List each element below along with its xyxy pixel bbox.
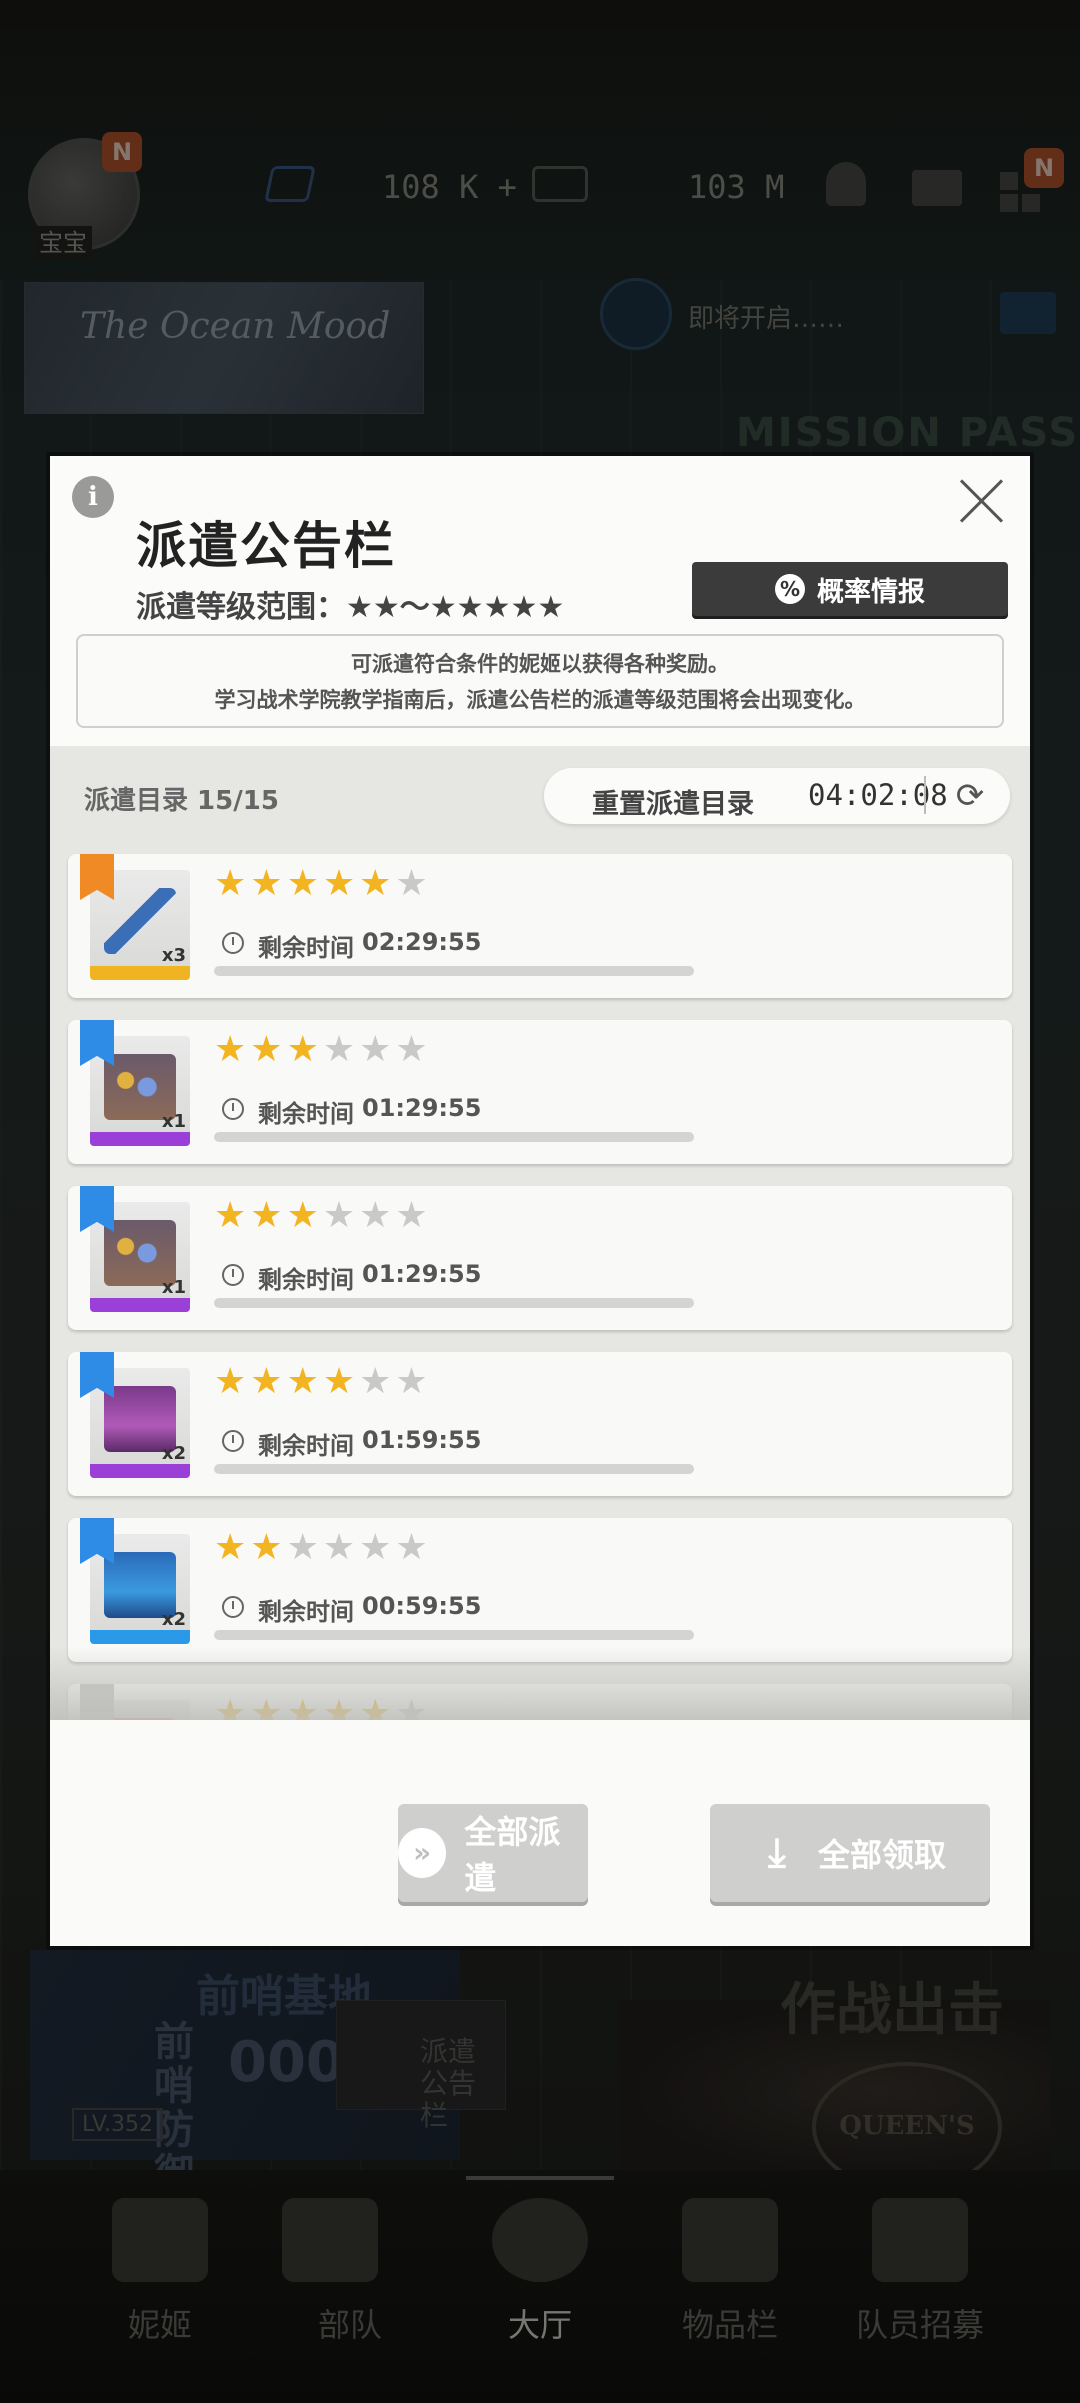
star-icon: ★ bbox=[322, 863, 356, 904]
star-icon: ★ bbox=[286, 1361, 319, 1402]
remaining-time-value: 01:29:55 bbox=[362, 1260, 482, 1288]
rarity-bar bbox=[90, 1132, 190, 1146]
star-icon: ★ bbox=[395, 1195, 428, 1236]
description-box: 可派遣符合条件的妮姬以获得各种奖励。 学习战术学院教学指南后，派遣公告栏的派遣等… bbox=[76, 634, 1004, 728]
description-line: 学习战术学院教学指南后，派遣公告栏的派遣等级范围将会出现变化。 bbox=[214, 688, 866, 712]
star-icon: ★ bbox=[359, 863, 392, 904]
close-icon[interactable] bbox=[956, 476, 1006, 526]
star-icon: ★ bbox=[322, 1195, 356, 1236]
star-icon: ★ bbox=[286, 863, 319, 904]
reward-count: x1 bbox=[161, 1111, 186, 1132]
remaining-time-label: 剩余时间 bbox=[258, 1266, 354, 1294]
star-rating: ★★★★★★ bbox=[214, 1030, 428, 1070]
progress-bar bbox=[214, 1630, 694, 1640]
star-icon: ★ bbox=[395, 1029, 428, 1070]
percent-icon: % bbox=[775, 574, 805, 604]
double-chevron-icon: » bbox=[398, 1828, 447, 1878]
star-icon: ★ bbox=[214, 1527, 247, 1568]
remaining-time-label: 剩余时间 bbox=[258, 1100, 354, 1128]
progress-bar bbox=[214, 1464, 694, 1474]
star-icon: ★ bbox=[286, 1527, 319, 1568]
star-icon: ★ bbox=[395, 863, 428, 904]
star-icon: ★ bbox=[214, 1361, 247, 1402]
modal-title: 派遣公告栏 bbox=[136, 517, 396, 575]
star-rating: ★★★★★★ bbox=[214, 1196, 428, 1236]
dispatch-all-button[interactable]: » 全部派遣 bbox=[398, 1804, 588, 1902]
reward-count: x3 bbox=[161, 945, 186, 966]
star-rating: ★★★★★★ bbox=[214, 1362, 428, 1402]
reward-count: x1 bbox=[161, 1277, 186, 1298]
star-icon: ★ bbox=[250, 1361, 283, 1402]
star-icon: ★ bbox=[250, 1195, 283, 1236]
dispatch-list-count: 派遣目录 15/15 bbox=[84, 786, 279, 816]
star-icon: ★ bbox=[395, 1361, 428, 1402]
star-icon: ★ bbox=[286, 1195, 319, 1236]
dispatch-card[interactable]: x2 ★ ★ ★ ★ ★ ★ 剩余时间 00:59:55 bbox=[68, 1518, 1012, 1662]
star-icon: ★ bbox=[359, 1527, 392, 1568]
star-icon: ★ bbox=[214, 1195, 247, 1236]
star-icon: ★ bbox=[322, 1029, 356, 1070]
progress-bar bbox=[214, 966, 694, 976]
probability-info-label: 概率情报 bbox=[817, 576, 925, 608]
star-icon: ★ bbox=[322, 1361, 356, 1402]
remaining-time-value: 01:59:55 bbox=[362, 1426, 482, 1454]
clock-icon bbox=[222, 1596, 244, 1618]
remaining-time-label: 剩余时间 bbox=[258, 1598, 354, 1626]
dispatch-card[interactable]: x1 ★ ★ ★ ★ ★ ★ 剩余时间 01:29:55 bbox=[68, 1020, 1012, 1164]
dispatch-card[interactable]: x2 ★ ★ ★ ★ ★ ★ 剩余时间 01:59:55 bbox=[68, 1352, 1012, 1496]
remaining-time-label: 剩余时间 bbox=[258, 1432, 354, 1460]
rarity-bar bbox=[90, 1630, 190, 1644]
remaining-time-value: 02:29:55 bbox=[362, 928, 482, 956]
description-line: 可派遣符合条件的妮姬以获得各种奖励。 bbox=[351, 652, 729, 676]
rarity-bar bbox=[90, 1464, 190, 1478]
star-icon: ★ bbox=[359, 1361, 392, 1402]
dispatch-card[interactable]: x1 ★ ★ ★ ★ ★ ★ 剩余时间 01:29:55 bbox=[68, 1186, 1012, 1330]
star-icon: ★ bbox=[395, 1527, 428, 1568]
rarity-bar bbox=[90, 1298, 190, 1312]
progress-bar bbox=[214, 1132, 694, 1142]
star-icon: ★ bbox=[250, 1527, 283, 1568]
rarity-bar bbox=[90, 966, 190, 980]
clock-icon bbox=[222, 1264, 244, 1286]
progress-bar bbox=[214, 1298, 694, 1308]
remaining-time-label: 剩余时间 bbox=[258, 934, 354, 962]
reset-list-label: 重置派遣目录 bbox=[592, 789, 754, 820]
list-fade bbox=[50, 1646, 1030, 1720]
dispatch-list[interactable]: x3 ★ ★ ★ ★ ★ ★ 剩余时间 02:29:55 x1 ★ ★ ★ ★ ★ ★ 剩余时间 01:29:55… bbox=[50, 842, 1030, 1720]
reset-timer: 04:02:08 bbox=[808, 778, 948, 812]
reward-count: x2 bbox=[161, 1609, 186, 1630]
reward-count: x2 bbox=[161, 1443, 186, 1464]
refresh-icon[interactable]: ⟳ bbox=[950, 776, 990, 816]
star-icon: ★ bbox=[322, 1527, 356, 1568]
remaining-time-value: 00:59:55 bbox=[362, 1592, 482, 1620]
star-icon: ★ bbox=[250, 1029, 283, 1070]
clock-icon bbox=[222, 1098, 244, 1120]
divider bbox=[924, 776, 926, 814]
probability-info-button[interactable]: % 概率情报 bbox=[692, 562, 1008, 616]
download-icon: ⤓ bbox=[768, 1830, 786, 1876]
star-icon: ★ bbox=[286, 1029, 319, 1070]
dispatch-all-label: 全部派遣 bbox=[464, 1813, 561, 1897]
star-icon: ★ bbox=[250, 863, 283, 904]
claim-all-label: 全部领取 bbox=[817, 1836, 946, 1874]
star-rating: ★★★★★★ bbox=[214, 1528, 428, 1568]
star-icon: ★ bbox=[214, 1029, 247, 1070]
dispatch-card[interactable]: x3 ★ ★ ★ ★ ★ ★ 剩余时间 02:29:55 bbox=[68, 854, 1012, 998]
star-icon: ★ bbox=[214, 863, 247, 904]
star-icon: ★ bbox=[359, 1195, 392, 1236]
star-icon: ★ bbox=[359, 1029, 392, 1070]
remaining-time-value: 01:29:55 bbox=[362, 1094, 482, 1122]
clock-icon bbox=[222, 1430, 244, 1452]
dispatch-board-modal: i 派遣公告栏 派遣等级范围：★★〜★★★★★ % 概率情报 可派遣符合条件的妮… bbox=[50, 456, 1030, 1946]
info-icon[interactable]: i bbox=[72, 476, 114, 518]
clock-icon bbox=[222, 932, 244, 954]
claim-all-button[interactable]: ⤓ 全部领取 bbox=[710, 1804, 990, 1902]
star-rating: ★★★★★★ bbox=[214, 864, 428, 904]
dispatch-level-range: 派遣等级范围：★★〜★★★★★ bbox=[136, 590, 565, 625]
